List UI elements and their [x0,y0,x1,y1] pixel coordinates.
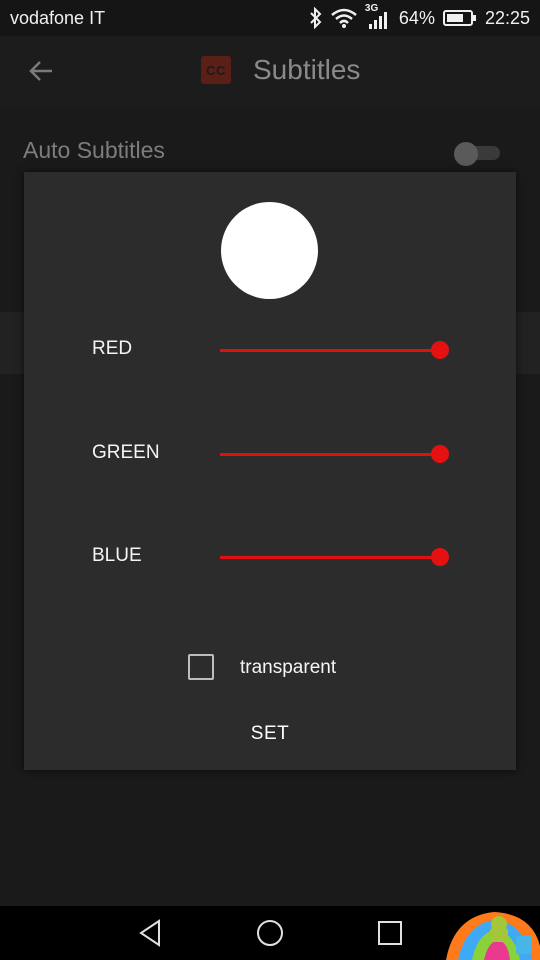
blue-slider-row: BLUE [24,537,516,577]
transparent-option[interactable]: transparent [188,654,428,684]
color-picker-dialog: RED GREEN BLUE transparent SET [24,172,516,770]
red-label: RED [92,338,133,359]
cc-icon: CC [201,56,231,84]
auto-subtitles-toggle[interactable] [454,142,500,166]
green-slider-row: GREEN [24,434,516,474]
cc-badge-text: CC [206,62,226,78]
blue-label: BLUE [92,545,142,566]
carrier-name: vodafone IT [10,8,106,28]
back-arrow-icon[interactable] [26,56,56,86]
page-title: Subtitles [253,54,361,85]
battery-icon [442,10,476,26]
bluetooth-icon [310,7,322,29]
blue-slider-track[interactable] [220,556,440,559]
auto-subtitles-row[interactable]: Auto Subtitles [0,126,540,176]
signal-icon: 3G [365,3,391,29]
green-label: GREEN [92,442,160,463]
transparent-label: transparent [240,657,337,678]
recents-icon[interactable] [373,916,407,950]
back-icon[interactable] [133,916,167,950]
red-slider-track[interactable] [220,349,440,352]
color-preview-circle [221,202,318,299]
green-slider-track[interactable] [220,453,440,456]
transparent-checkbox[interactable] [188,654,214,680]
auto-subtitles-label: Auto Subtitles [23,137,165,163]
status-icons: 3G 64% 22:25 [309,3,530,30]
app-bar: CC Subtitles [0,36,540,106]
watermark-logo [446,912,540,960]
green-slider-thumb[interactable] [431,445,449,463]
wifi-icon [331,8,357,28]
red-slider-row: RED [24,330,516,370]
home-icon[interactable] [253,916,287,950]
toggle-thumb [454,142,478,166]
set-button[interactable]: SET [220,717,320,751]
clock: 22:25 [484,7,530,28]
battery-percent: 64% [398,7,435,28]
blue-slider-thumb[interactable] [431,548,449,566]
status-bar: vodafone IT 3G 64% 22:25 [0,0,540,36]
red-slider-thumb[interactable] [431,341,449,359]
